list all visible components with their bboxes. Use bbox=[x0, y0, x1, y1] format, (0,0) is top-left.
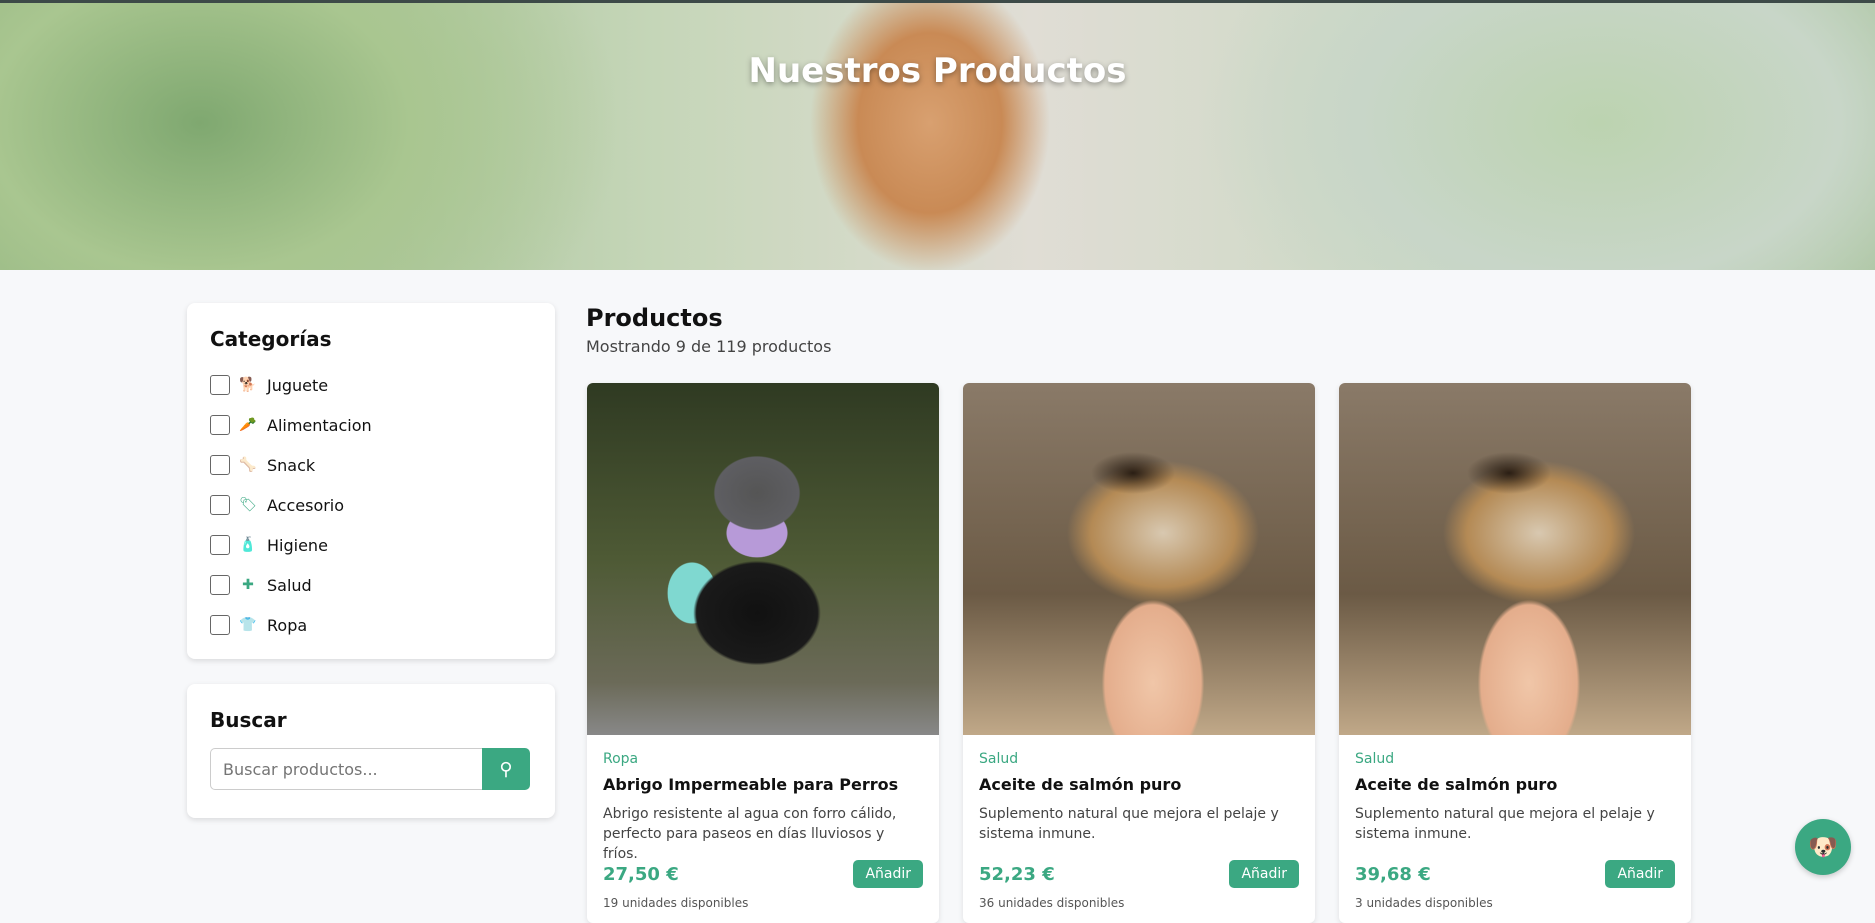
add-to-cart-button[interactable]: Añadir bbox=[1229, 860, 1299, 888]
category-label: Juguete bbox=[267, 375, 329, 395]
category-label: Snack bbox=[267, 455, 316, 475]
category-checkbox[interactable] bbox=[210, 575, 230, 595]
search-button[interactable]: ⚲ bbox=[482, 748, 530, 790]
bone-icon: 🦴 bbox=[239, 457, 257, 473]
product-card[interactable]: Salud Aceite de salmón puro Suplemento nat… bbox=[1339, 383, 1691, 923]
product-description: Suplemento natural que mejora el pelaje … bbox=[979, 806, 1279, 842]
product-stock: 3 unidades disponibles bbox=[1355, 896, 1493, 910]
product-price: 39,68 € bbox=[1355, 863, 1431, 885]
pump-soap-icon: 🧴 bbox=[239, 537, 257, 553]
category-filter-alimentacion[interactable]: 🥕 Alimentacion bbox=[210, 405, 532, 445]
category-label: Ropa bbox=[267, 615, 308, 635]
category-label: Alimentacion bbox=[267, 415, 372, 435]
hero-title: Nuestros Productos bbox=[748, 51, 1127, 91]
product-card[interactable]: Salud Aceite de salmón puro Suplemento nat… bbox=[963, 383, 1315, 923]
dog-icon: 🐕 bbox=[239, 377, 257, 393]
category-checkbox[interactable] bbox=[210, 535, 230, 555]
category-checkbox[interactable] bbox=[210, 495, 230, 515]
dog-icon: 🐶 bbox=[1808, 833, 1838, 861]
shirt-icon: 👕 bbox=[239, 617, 257, 633]
category-checkbox[interactable] bbox=[210, 455, 230, 475]
product-image[interactable] bbox=[587, 383, 939, 735]
category-filter-salud[interactable]: ✚ Salud bbox=[210, 565, 532, 605]
categories-panel: Categorías 🐕 Juguete 🥕 Alimentacion 🦴 Snack 🏷 A… bbox=[187, 303, 555, 659]
product-category: Salud bbox=[979, 751, 1019, 767]
category-checkbox[interactable] bbox=[210, 415, 230, 435]
category-label: Accesorio bbox=[267, 495, 345, 515]
medkit-icon: ✚ bbox=[242, 577, 254, 593]
product-description: Abrigo resistente al agua con forro cáli… bbox=[603, 806, 897, 862]
product-price: 27,50 € bbox=[603, 863, 679, 885]
product-price: 52,23 € bbox=[979, 863, 1055, 885]
products-title: Productos bbox=[586, 304, 723, 332]
product-image[interactable] bbox=[1339, 383, 1691, 735]
category-checkbox[interactable] bbox=[210, 615, 230, 635]
product-name[interactable]: Aceite de salmón puro bbox=[979, 775, 1299, 794]
category-filter-juguete[interactable]: 🐕 Juguete bbox=[210, 365, 532, 405]
search-title: Buscar bbox=[210, 708, 287, 732]
product-image[interactable] bbox=[963, 383, 1315, 735]
hero-banner: Nuestros Productos bbox=[0, 0, 1875, 270]
product-name[interactable]: Abrigo Impermeable para Perros bbox=[603, 775, 923, 794]
chat-button[interactable]: 🐶 bbox=[1795, 819, 1851, 875]
search-input[interactable] bbox=[210, 748, 482, 790]
search-panel: Buscar ⚲ bbox=[187, 684, 555, 818]
product-category: Ropa bbox=[603, 751, 639, 767]
product-category: Salud bbox=[1355, 751, 1395, 767]
carrot-icon: 🥕 bbox=[239, 417, 257, 433]
category-filter-snack[interactable]: 🦴 Snack bbox=[210, 445, 532, 485]
category-label: Higiene bbox=[267, 535, 328, 555]
product-card[interactable]: Ropa Abrigo Impermeable para Perros Abrigo… bbox=[587, 383, 939, 923]
category-label: Salud bbox=[267, 575, 312, 595]
category-filter-ropa[interactable]: 👕 Ropa bbox=[210, 605, 532, 645]
products-count: Mostrando 9 de 119 productos bbox=[586, 337, 832, 356]
category-filter-higiene[interactable]: 🧴 Higiene bbox=[210, 525, 532, 565]
product-stock: 36 unidades disponibles bbox=[979, 896, 1125, 910]
categories-title: Categorías bbox=[210, 327, 332, 351]
product-name[interactable]: Aceite de salmón puro bbox=[1355, 775, 1675, 794]
tag-icon: 🏷 bbox=[239, 497, 257, 513]
category-checkbox[interactable] bbox=[210, 375, 230, 395]
add-to-cart-button[interactable]: Añadir bbox=[1605, 860, 1675, 888]
category-filter-accesorio[interactable]: 🏷 Accesorio bbox=[210, 485, 532, 525]
product-stock: 19 unidades disponibles bbox=[603, 896, 749, 910]
product-description: Suplemento natural que mejora el pelaje … bbox=[1355, 806, 1655, 842]
search-icon: ⚲ bbox=[499, 758, 513, 779]
add-to-cart-button[interactable]: Añadir bbox=[853, 860, 923, 888]
